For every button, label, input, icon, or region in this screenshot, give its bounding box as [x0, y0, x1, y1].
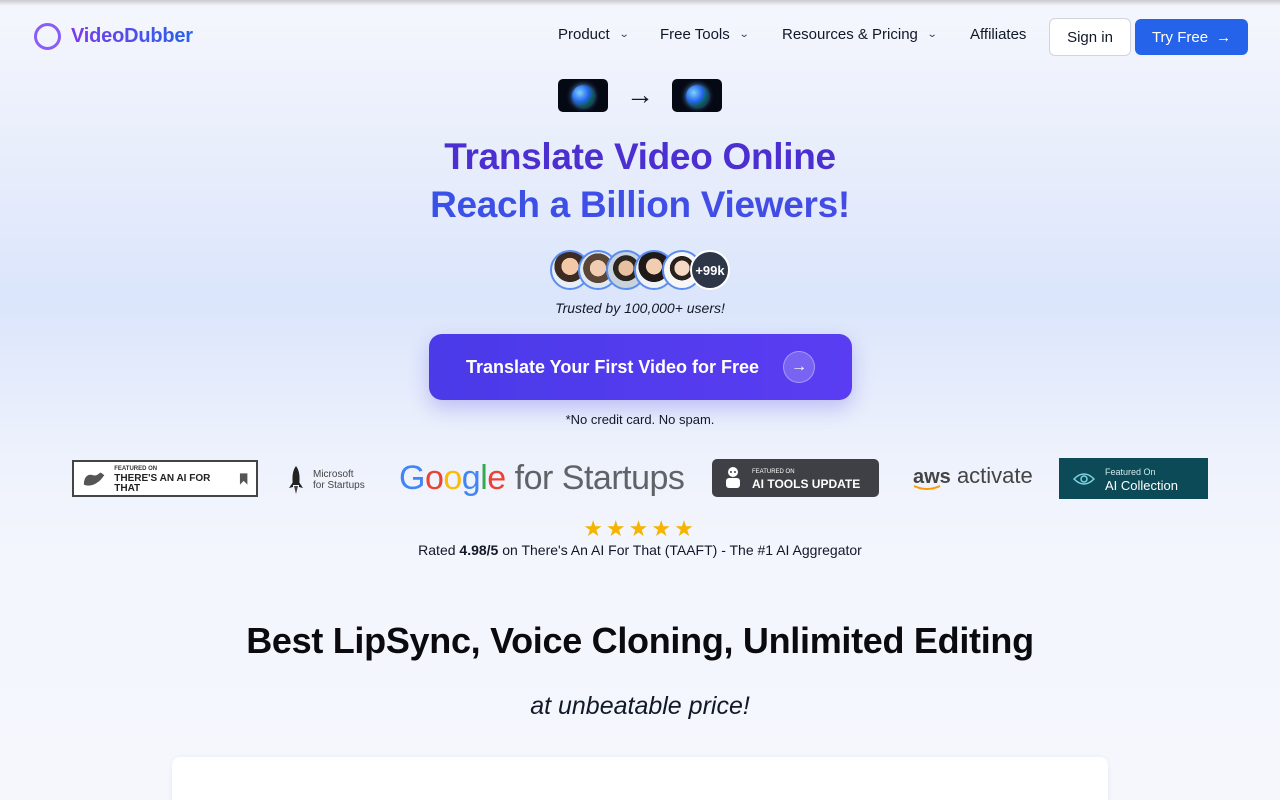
trusted-text: Trusted by 100,000+ users!: [555, 300, 725, 316]
no-credit-card-note: *No credit card. No spam.: [565, 412, 715, 427]
section-title: Best LipSync, Voice Cloning, Unlimited E…: [246, 620, 1034, 661]
rating-text: Rated 4.98/5 on There's An AI For That (…: [0, 542, 1280, 558]
arrow-right-icon: →: [1216, 28, 1232, 46]
google-startups-badge[interactable]: Google for Startups: [399, 458, 685, 498]
rating-prefix: Rated: [418, 542, 460, 558]
bookmark-icon: [239, 472, 248, 485]
nav-item-label: Free Tools: [660, 26, 730, 43]
taaft-small: FEATURED ON: [114, 465, 158, 472]
chevron-down-icon: ⌄: [738, 29, 750, 40]
section-subtitle: at unbeatable price!: [530, 692, 750, 720]
arm-icon: [83, 471, 105, 486]
hero-title-line2: Reach a Billion Viewers!: [0, 184, 1280, 226]
brand-name: VideoDubber: [71, 25, 193, 47]
eye-icon: [1073, 472, 1095, 485]
nav-item-product[interactable]: Product ⌄: [558, 26, 630, 43]
aws-activate-badge[interactable]: aws activate: [913, 462, 1033, 491]
globe-icon: [572, 84, 594, 107]
pricing-card: [172, 757, 1108, 800]
translated-video-thumbnail: [672, 79, 722, 112]
aicollection-small: Featured On: [1105, 466, 1156, 477]
google-for-startups: for Startups: [514, 459, 685, 497]
microsoft-line2: for Startups: [313, 480, 365, 491]
rating-score: 4.98/5: [459, 542, 499, 558]
arrow-right-icon: →: [626, 79, 654, 110]
nav-item-free-tools[interactable]: Free Tools ⌄: [660, 26, 750, 43]
aitools-big: AI TOOLS UPDATE: [752, 477, 861, 491]
cta-label: Translate Your First Video for Free: [465, 356, 760, 377]
taaft-big: THERE'S AN AI FOR THAT: [114, 472, 211, 494]
source-video-thumbnail: [558, 79, 608, 112]
chevron-down-icon: ⌄: [926, 29, 938, 40]
aicollection-big: AI Collection: [1105, 477, 1178, 493]
nav-item-label: Product: [558, 26, 610, 43]
nav-item-label: Resources & Pricing: [782, 26, 918, 43]
translate-free-cta-button[interactable]: Translate Your First Video for Free →: [429, 334, 852, 400]
aws-activate: activate: [956, 463, 1033, 488]
google-wordmark: Google: [399, 459, 506, 497]
hero-title-line1: Translate Video Online: [444, 136, 836, 177]
arrow-right-icon: →: [783, 351, 816, 383]
try-free-button[interactable]: Try Free →: [1135, 19, 1248, 55]
ai-collection-badge[interactable]: Featured On AI Collection: [1059, 458, 1208, 499]
navbar: VideoDubber Product ⌄ Free Tools ⌄ Resou…: [0, 0, 1280, 74]
ai-tools-update-badge[interactable]: FEATURED ON AI TOOLS UPDATE: [712, 459, 879, 497]
microsoft-line1: Microsoft: [313, 469, 354, 480]
try-free-label: Try Free: [1151, 28, 1209, 46]
globe-icon: [686, 84, 708, 107]
brand-logo[interactable]: VideoDubber: [34, 23, 193, 50]
rating-suffix: on There's An AI For That (TAAFT) - The …: [498, 542, 862, 558]
nav-item-resources-pricing[interactable]: Resources & Pricing ⌄: [782, 26, 938, 43]
aws-smile-icon: [913, 485, 941, 490]
sign-in-button[interactable]: Sign in: [1049, 18, 1131, 56]
microsoft-startups-badge[interactable]: Microsoft for Startups: [287, 464, 377, 496]
logo-ring-icon: [34, 23, 61, 50]
rocket-icon: [289, 466, 303, 494]
chevron-down-icon: ⌄: [618, 29, 630, 40]
rating-stars: ★★★★★: [583, 516, 697, 541]
robot-icon: [726, 467, 740, 488]
avatar-more-count: +99k: [690, 250, 730, 290]
nav-item-affiliates[interactable]: Affiliates: [970, 26, 1026, 43]
nav-item-label: Affiliates: [970, 26, 1027, 43]
taaft-badge[interactable]: FEATURED ON THERE'S AN AI FOR THAT: [72, 460, 258, 497]
